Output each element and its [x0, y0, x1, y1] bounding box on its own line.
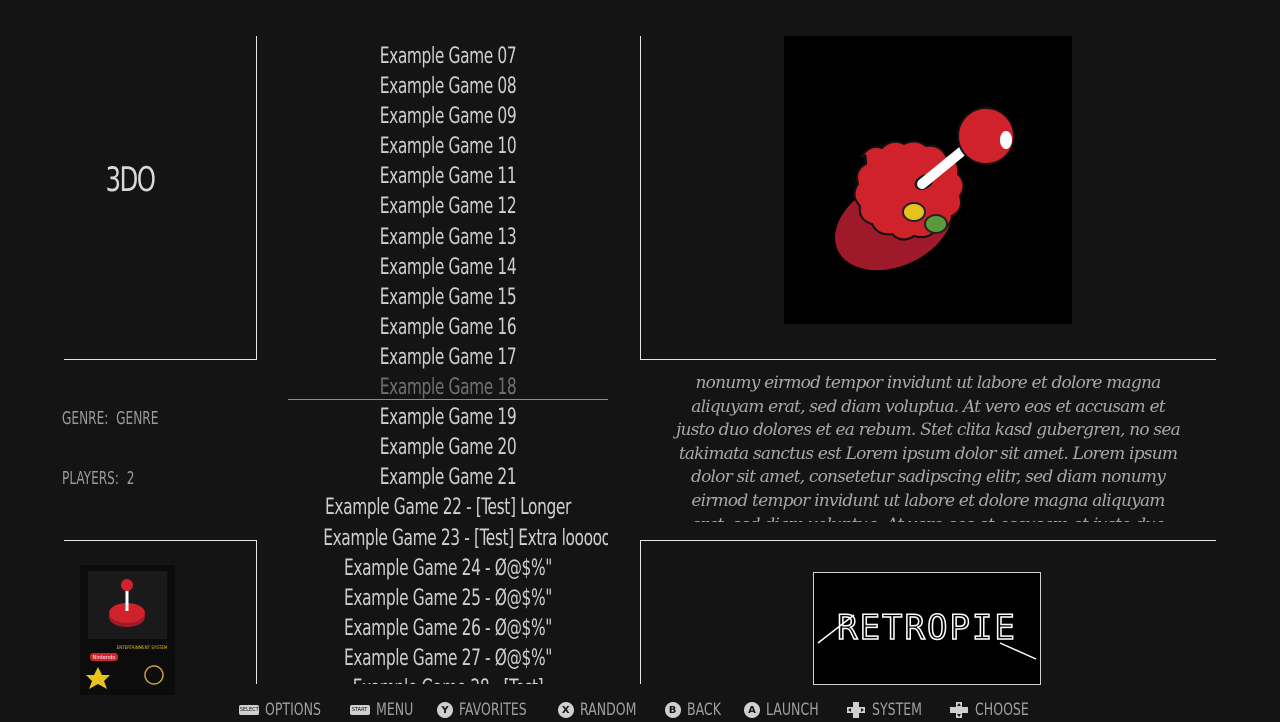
list-item[interactable]: Example Game 26 - Ø@$%"	[323, 614, 573, 644]
y-button-icon: Y	[437, 702, 454, 718]
help-label: RANDOM	[579, 700, 637, 720]
b-button-icon: B	[664, 702, 681, 718]
list-item[interactable]: Example Game 19	[323, 403, 573, 433]
selection-underline	[288, 399, 608, 400]
help-back[interactable]: B BACK	[664, 700, 728, 720]
genre-field: GENRE: GENRE	[62, 408, 158, 429]
list-item[interactable]: Example Game 15	[323, 283, 573, 313]
frame-line	[64, 359, 257, 360]
frame-line	[64, 540, 257, 541]
list-item[interactable]: Example Game 08	[323, 72, 573, 102]
frame-line	[640, 540, 1216, 541]
help-launch[interactable]: A LAUNCH	[743, 700, 830, 720]
frame-line	[256, 36, 257, 360]
help-label: SYSTEM	[872, 700, 923, 720]
list-item[interactable]: Example Game 12	[323, 192, 573, 222]
list-item[interactable]: Example Game 25 - Ø@$%"	[323, 584, 573, 614]
list-item[interactable]: Example Game 24 - Ø@$%"	[323, 554, 573, 584]
help-bar: SELECT OPTIONS START MENU Y FAVORITES X …	[0, 698, 1280, 722]
list-item[interactable]: Example Game 13	[323, 223, 573, 253]
list-item[interactable]: Example Game 28 - [Test]	[323, 674, 573, 684]
help-label: MENU	[375, 700, 413, 720]
players-label: PLAYERS:	[62, 468, 119, 489]
select-button-icon: SELECT	[239, 705, 260, 715]
list-item[interactable]: Example Game 22 - [Test] Longer	[323, 493, 573, 523]
players-field: PLAYERS: 2	[62, 468, 134, 489]
box-brand: Nintendo	[93, 655, 116, 661]
list-item[interactable]: Example Game 27 - Ø@$%"	[323, 644, 573, 674]
genre-label: GENRE:	[62, 408, 109, 429]
start-button-icon: START	[349, 705, 370, 715]
frame-line	[256, 540, 257, 684]
a-button-icon: A	[743, 702, 760, 718]
game-list[interactable]: Example Game 07 Example Game 08 Example …	[288, 42, 608, 684]
x-button-icon: X	[557, 702, 574, 718]
help-choose[interactable]: CHOOSE	[949, 700, 1041, 720]
help-favorites[interactable]: Y FAVORITES	[437, 700, 542, 720]
help-options[interactable]: SELECT OPTIONS	[239, 700, 333, 720]
players-value: 2	[126, 468, 135, 489]
list-item[interactable]: Example Game 20	[323, 433, 573, 463]
help-label: LAUNCH	[765, 700, 819, 720]
list-item[interactable]: Example Game 17	[323, 343, 573, 373]
help-system[interactable]: SYSTEM	[846, 700, 933, 720]
joystick-icon	[835, 107, 1015, 271]
help-label: CHOOSE	[975, 700, 1029, 720]
frame-line	[640, 36, 641, 360]
dpad-horizontal-icon	[847, 702, 866, 718]
list-item[interactable]: Example Game 14	[323, 253, 573, 283]
list-item[interactable]: Example Game 07	[323, 42, 573, 72]
list-item[interactable]: Example Game 11	[323, 162, 573, 192]
game-description: nonumy eirmod tempor invidunt ut labore …	[676, 373, 1181, 522]
help-label: FAVORITES	[459, 700, 527, 720]
list-item[interactable]: Example Game 10	[323, 132, 573, 162]
help-menu[interactable]: START MENU	[349, 700, 422, 720]
frame-line	[640, 359, 1216, 360]
help-label: OPTIONS	[265, 700, 322, 720]
list-item[interactable]: Example Game 16	[323, 313, 573, 343]
list-item[interactable]: Example Game 23 - [Test] Extra loooooooo…	[323, 524, 608, 554]
retropie-logo: RETROPIE	[813, 572, 1041, 685]
list-item[interactable]: Example Game 21	[323, 463, 573, 493]
help-label: BACK	[686, 700, 721, 720]
game-image	[784, 36, 1072, 324]
help-random[interactable]: X RANDOM	[557, 700, 649, 720]
genre-value: GENRE	[116, 408, 159, 429]
dpad-vertical-icon	[950, 702, 969, 718]
logo-text: RETROPIE	[837, 608, 1017, 648]
box-system-text: ENTERTAINMENT SYSTEM	[117, 645, 168, 650]
box-art-image: Nintendo ENTERTAINMENT SYSTEM	[80, 565, 175, 695]
system-name: 3DO	[105, 160, 156, 200]
list-item[interactable]: Example Game 09	[323, 102, 573, 132]
frame-line	[640, 540, 641, 684]
